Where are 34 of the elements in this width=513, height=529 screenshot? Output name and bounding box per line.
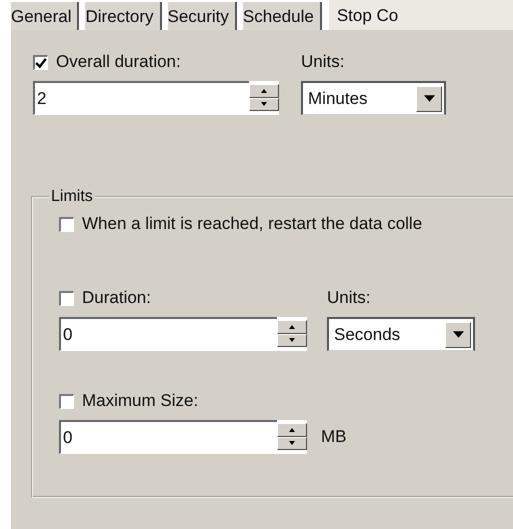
units-dropdown[interactable]: Minutes <box>301 81 446 115</box>
tab[interactable]: Security <box>168 2 237 30</box>
down-arrow-icon <box>289 338 295 342</box>
checkbox-label: Duration: <box>82 288 151 308</box>
tab[interactable]: General <box>11 2 80 30</box>
checkbox[interactable] <box>59 290 74 306</box>
spin-down-button[interactable] <box>277 436 307 450</box>
unit-label: MB <box>321 427 346 447</box>
number-field[interactable]: 0 <box>59 420 277 454</box>
spin-down-button[interactable] <box>277 334 307 347</box>
checkbox-label: Maximum Size: <box>82 391 198 411</box>
spin-up-button[interactable] <box>277 423 307 436</box>
checkbox-label: When a limit is reached, restart the data colle <box>82 214 422 234</box>
units-label: Units: <box>327 287 372 309</box>
checkbox[interactable] <box>59 216 74 232</box>
spin-up-button[interactable] <box>249 84 279 98</box>
units-dropdown[interactable]: Seconds <box>327 317 475 351</box>
group-title: Limits <box>50 188 94 206</box>
units-label: Units: <box>301 51 346 73</box>
up-arrow-icon <box>289 428 295 432</box>
number-field[interactable]: 2 <box>33 81 249 115</box>
checkbox[interactable] <box>33 54 48 70</box>
spin-down-button[interactable] <box>249 98 279 111</box>
down-arrow-icon <box>261 102 267 106</box>
number-field[interactable]: 0 <box>59 317 277 351</box>
down-arrow-icon <box>289 441 295 446</box>
up-arrow-icon <box>289 324 295 329</box>
tab[interactable]: Schedule <box>242 2 322 30</box>
checkbox-label: Overall duration: <box>56 52 181 72</box>
spin-up-button[interactable] <box>277 320 307 334</box>
tab[interactable]: Stop Co <box>328 0 513 30</box>
tab[interactable]: Directory <box>85 2 162 30</box>
checkbox[interactable] <box>59 394 74 408</box>
up-arrow-icon <box>261 88 267 93</box>
